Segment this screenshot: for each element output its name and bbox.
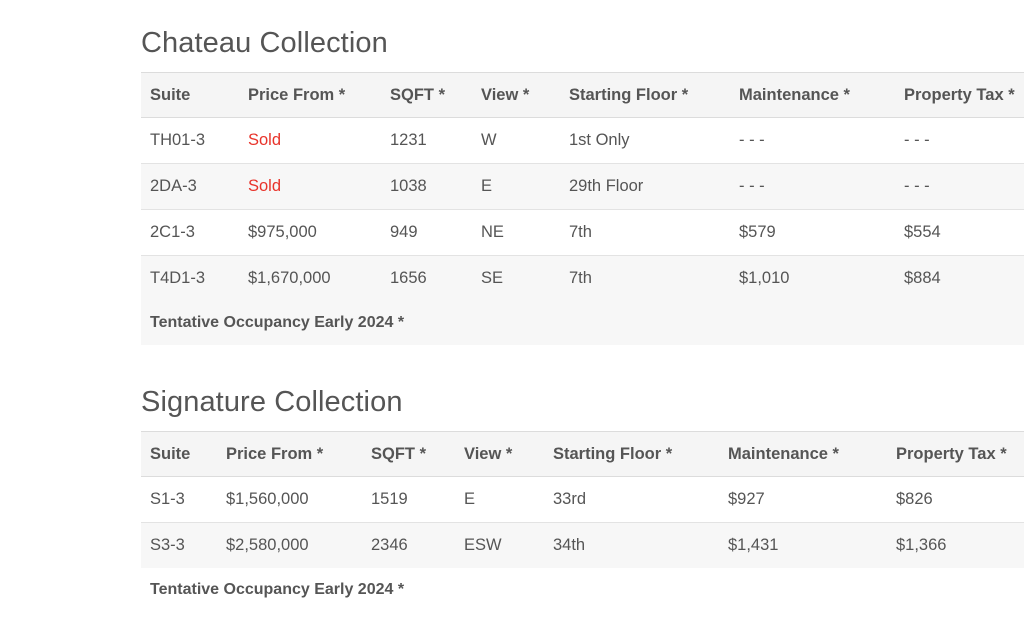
page: Chateau Collection Suite Price From * SQ… xyxy=(0,0,1024,625)
suite-cell: S1-3 xyxy=(150,490,185,508)
starting-floor-cell: 34th xyxy=(553,536,586,554)
table-row: TH01-3 Sold 1231 W 1st Only - - - - - - xyxy=(141,117,1024,164)
occupancy-note: Tentative Occupancy Early 2024 * xyxy=(141,301,1024,345)
starting-floor-cell: 7th xyxy=(569,269,592,287)
maintenance-cell: $579 xyxy=(739,223,776,241)
table-row: 2C1-3 $975,000 949 NE 7th $579 $554 xyxy=(141,209,1024,256)
chateau-suites-table: Suite Price From * SQFT * View * Startin… xyxy=(141,72,1024,301)
sqft-cell: 1231 xyxy=(390,131,427,149)
property-tax-cell: $554 xyxy=(904,223,941,241)
signature-collection-title: Signature Collection xyxy=(141,386,403,418)
view-cell: NE xyxy=(481,223,504,241)
price-cell: $2,580,000 xyxy=(226,536,309,554)
maintenance-cell: $1,431 xyxy=(728,536,779,554)
table-header-row: Suite Price From * SQFT * View * Startin… xyxy=(141,431,1024,477)
starting-floor-cell: 29th Floor xyxy=(569,177,644,195)
occupancy-note: Tentative Occupancy Early 2024 * xyxy=(141,568,1024,612)
column-header-price: Price From * xyxy=(226,444,324,463)
view-cell: E xyxy=(464,490,476,508)
sqft-cell: 1656 xyxy=(390,269,427,287)
maintenance-cell: - - - xyxy=(739,177,765,195)
table-row: S1-3 $1,560,000 1519 E 33rd $927 $826 xyxy=(141,476,1024,523)
property-tax-cell: $826 xyxy=(896,490,933,508)
maintenance-cell: $927 xyxy=(728,490,765,508)
sqft-cell: 2346 xyxy=(371,536,408,554)
column-header-property-tax: Property Tax * xyxy=(896,444,1007,463)
column-header-property-tax: Property Tax * xyxy=(904,85,1015,104)
sqft-cell: 1038 xyxy=(390,177,427,195)
table-row: S3-3 $2,580,000 2346 ESW 34th $1,431 $1,… xyxy=(141,522,1024,568)
suite-cell: S3-3 xyxy=(150,536,185,554)
column-header-suite: Suite xyxy=(150,85,191,104)
view-cell: W xyxy=(481,131,497,149)
price-cell: $1,670,000 xyxy=(248,269,331,287)
view-cell: ESW xyxy=(464,536,502,554)
price-cell-sold: Sold xyxy=(248,177,282,195)
suite-cell: TH01-3 xyxy=(150,131,206,149)
column-header-starting-floor: Starting Floor * xyxy=(569,85,689,104)
price-cell-sold: Sold xyxy=(248,131,282,149)
suite-cell: 2DA-3 xyxy=(150,177,197,195)
column-header-suite: Suite xyxy=(150,444,191,463)
sqft-cell: 1519 xyxy=(371,490,408,508)
column-header-price: Price From * xyxy=(248,85,346,104)
signature-collection: Signature Collection Suite Price From * … xyxy=(141,385,1024,612)
maintenance-cell: $1,010 xyxy=(739,269,790,287)
table-row: T4D1-3 $1,670,000 1656 SE 7th $1,010 $88… xyxy=(141,255,1024,301)
starting-floor-cell: 33rd xyxy=(553,490,587,508)
property-tax-cell: $884 xyxy=(904,269,941,287)
starting-floor-cell: 1st Only xyxy=(569,131,630,149)
table-header-row: Suite Price From * SQFT * View * Startin… xyxy=(141,72,1024,118)
suite-cell: 2C1-3 xyxy=(150,223,195,241)
property-tax-cell: - - - xyxy=(904,177,930,195)
chateau-collection: Chateau Collection Suite Price From * SQ… xyxy=(141,26,1024,345)
signature-suites-table: Suite Price From * SQFT * View * Startin… xyxy=(141,431,1024,568)
view-cell: SE xyxy=(481,269,504,287)
chateau-collection-title: Chateau Collection xyxy=(141,27,388,59)
price-cell: $1,560,000 xyxy=(226,490,309,508)
view-cell: E xyxy=(481,177,493,195)
suite-cell: T4D1-3 xyxy=(150,269,206,287)
sqft-cell: 949 xyxy=(390,223,418,241)
table-row: 2DA-3 Sold 1038 E 29th Floor - - - - - - xyxy=(141,163,1024,210)
starting-floor-cell: 7th xyxy=(569,223,592,241)
price-cell: $975,000 xyxy=(248,223,317,241)
column-header-view: View * xyxy=(464,444,513,463)
column-header-maintenance: Maintenance * xyxy=(739,85,850,104)
maintenance-cell: - - - xyxy=(739,131,765,149)
property-tax-cell: - - - xyxy=(904,131,930,149)
property-tax-cell: $1,366 xyxy=(896,536,947,554)
column-header-sqft: SQFT * xyxy=(371,444,427,463)
column-header-maintenance: Maintenance * xyxy=(728,444,839,463)
column-header-view: View * xyxy=(481,85,530,104)
column-header-starting-floor: Starting Floor * xyxy=(553,444,673,463)
column-header-sqft: SQFT * xyxy=(390,85,446,104)
